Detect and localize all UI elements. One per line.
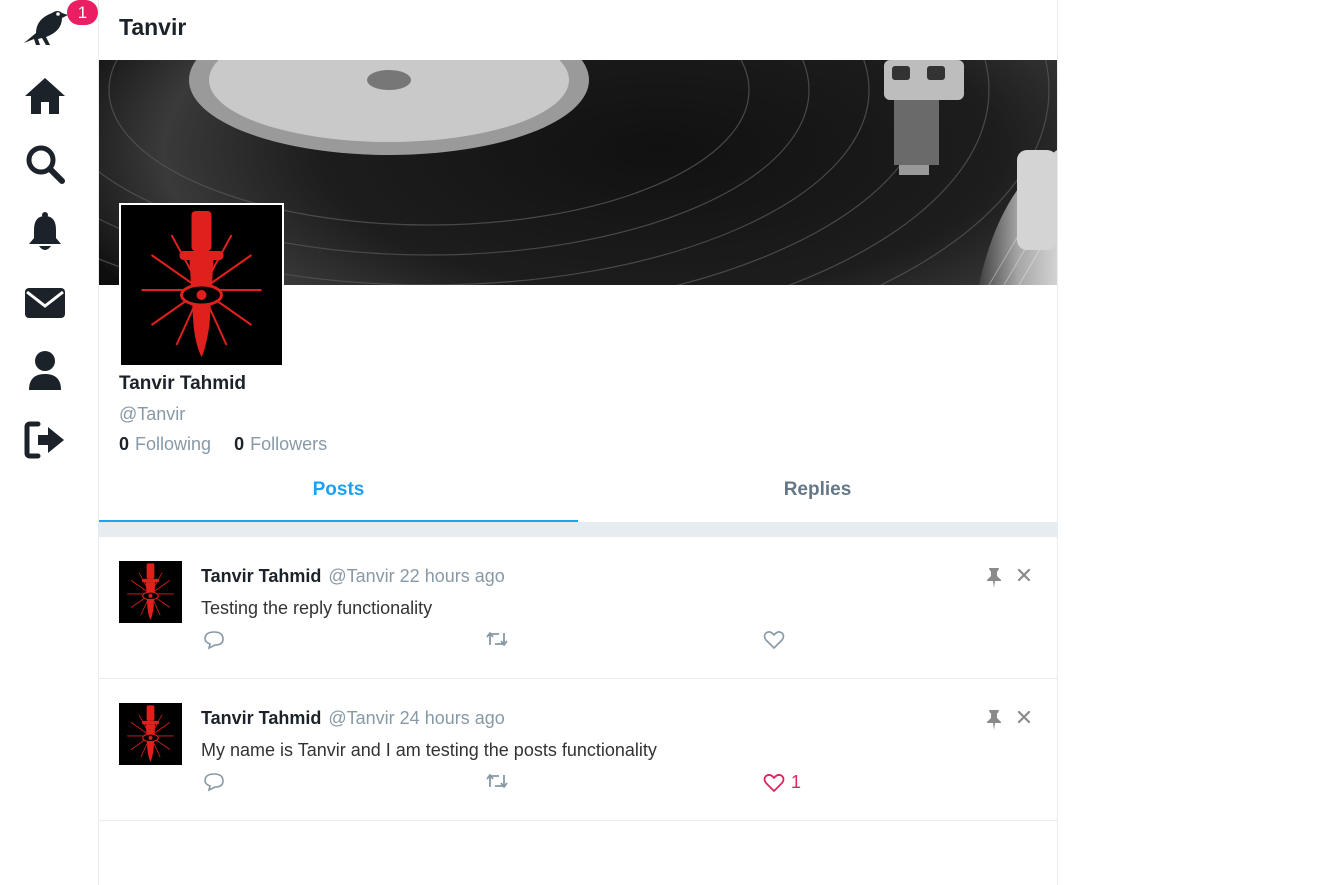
pin-icon [987, 710, 1001, 730]
reply-button[interactable] [203, 772, 225, 792]
profile-username: @Tanvir [119, 404, 186, 424]
post-timestamp: 22 hours ago [399, 566, 505, 586]
profile-avatar[interactable] [119, 203, 284, 367]
logout-icon[interactable] [22, 417, 68, 463]
post-content: Testing the reply functionality [201, 598, 433, 618]
post-item[interactable]: Tanvir Tahmid @Tanvir 24 hours ago My nam… [99, 679, 1057, 821]
followers-link[interactable]: 0 Followers [234, 434, 327, 454]
notification-badge: 1 [67, 0, 98, 25]
profile-tabs: Posts Replies [99, 462, 1057, 523]
close-icon [1017, 568, 1031, 582]
post-username: @Tanvir [328, 566, 395, 586]
home-icon[interactable] [22, 73, 68, 119]
post-display-name[interactable]: Tanvir Tahmid [201, 566, 321, 586]
retweet-icon [486, 774, 508, 788]
post-display-name[interactable]: Tanvir Tahmid [201, 708, 321, 728]
like-button[interactable] [763, 630, 791, 650]
tab-replies[interactable]: Replies [578, 462, 1057, 522]
followers-label: Followers [250, 434, 328, 454]
following-count: 0 [119, 434, 130, 454]
search-icon[interactable] [22, 141, 68, 187]
retweet-button[interactable] [485, 630, 509, 648]
retweet-button[interactable] [485, 772, 509, 790]
notifications-bell-icon[interactable] [22, 210, 68, 256]
reply-button[interactable] [203, 630, 225, 650]
profile-user-icon[interactable] [22, 348, 68, 394]
red-dagger-eye-icon [121, 205, 282, 365]
red-dagger-eye-icon [119, 703, 182, 765]
post-timestamp: 24 hours ago [399, 708, 505, 728]
retweet-icon [486, 632, 508, 646]
tab-posts[interactable]: Posts [99, 462, 578, 522]
post-avatar[interactable] [119, 703, 182, 765]
pin-button[interactable] [986, 567, 1002, 594]
close-icon [1017, 710, 1031, 724]
post-avatar[interactable] [119, 561, 182, 623]
post-username: @Tanvir [328, 708, 395, 728]
page-title: Tanvir [119, 14, 187, 40]
messages-envelope-icon[interactable] [22, 280, 68, 326]
delete-button[interactable] [1017, 568, 1031, 587]
heart-outline-icon [763, 631, 785, 649]
post-content: My name is Tanvir and I am testing the p… [201, 740, 657, 760]
follow-stats: 0 Following 0 Followers [119, 434, 345, 455]
post-item[interactable]: Tanvir Tahmid @Tanvir 22 hours ago Testin… [99, 537, 1057, 679]
sidebar-nav: 1 [0, 0, 99, 885]
section-divider [99, 523, 1057, 537]
pin-icon [987, 568, 1001, 588]
following-link[interactable]: 0 Following [119, 434, 211, 454]
red-dagger-eye-icon [119, 561, 182, 623]
comment-icon [204, 631, 224, 650]
delete-button[interactable] [1017, 710, 1031, 729]
like-button[interactable]: 1 [763, 772, 801, 793]
logo-bird-icon[interactable] [22, 2, 68, 48]
like-count: 1 [791, 772, 802, 792]
post-header: Tanvir Tahmid @Tanvir 22 hours ago [201, 566, 505, 587]
following-label: Following [135, 434, 212, 454]
profile-display-name: Tanvir Tahmid [119, 373, 247, 394]
followers-count: 0 [234, 434, 245, 454]
pin-button[interactable] [986, 709, 1002, 736]
post-header: Tanvir Tahmid @Tanvir 24 hours ago [201, 708, 505, 729]
heart-outline-icon [763, 773, 785, 792]
profile-main-column: Tanvir Tanvir Tahmid @Tanvir 0 Following… [98, 0, 1058, 885]
comment-icon [204, 773, 224, 792]
